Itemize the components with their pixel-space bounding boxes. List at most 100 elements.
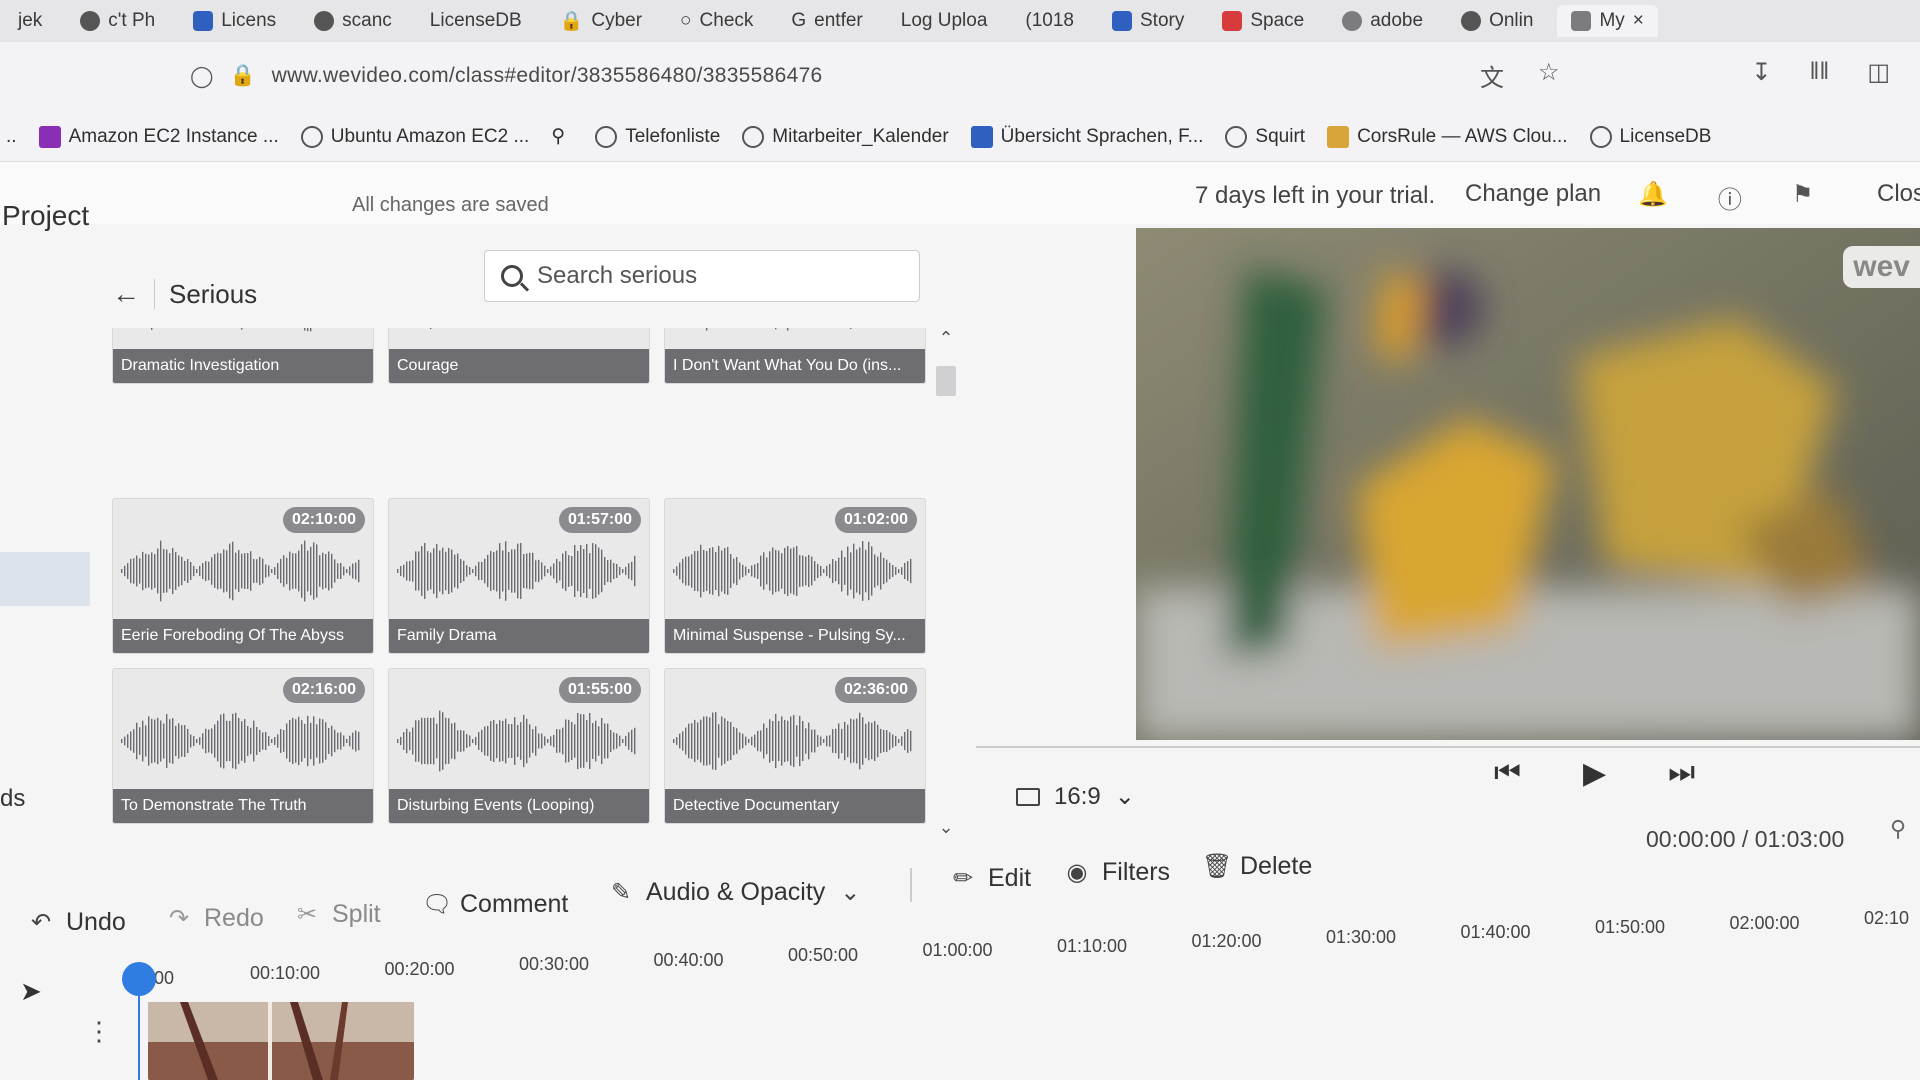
rail-item-label[interactable]: ds: [0, 785, 25, 813]
scroll-up-icon[interactable]: ⌃: [934, 328, 958, 349]
filters-button[interactable]: ◉ Filters: [1064, 858, 1171, 887]
browser-tab[interactable]: Licens: [179, 5, 290, 37]
waveform-bar: [850, 718, 852, 764]
waveform-bar: [541, 733, 543, 749]
track-card[interactable]: 02:16:00 To Demonstrate The Truth: [112, 668, 374, 824]
address-bar[interactable]: ◯ 🔒 www.wevideo.com/class#editor/3835586…: [190, 52, 1590, 100]
close-button[interactable]: Clos: [1877, 180, 1920, 208]
scroll-thumb[interactable]: [936, 366, 956, 396]
browser-tab[interactable]: LicenseDB: [416, 5, 536, 37]
bookmark-amazon-ec2[interactable]: Amazon EC2 Instance ...: [38, 125, 279, 148]
browser-tab[interactable]: 🔒 Cyber: [546, 5, 656, 37]
change-plan-link[interactable]: Change plan: [1465, 180, 1601, 208]
active-tab-icon: [1571, 11, 1592, 31]
waveform-bar: [250, 727, 252, 755]
aspect-ratio-selector[interactable]: 16:9 ⌄: [1016, 782, 1135, 811]
video-preview[interactable]: wev: [1136, 228, 1920, 740]
bookmark-licensedb[interactable]: LicenseDB: [1589, 125, 1711, 148]
back-arrow-icon[interactable]: ←: [112, 278, 140, 310]
download-icon[interactable]: ↧: [1751, 58, 1771, 87]
waveform-bar: [508, 724, 510, 758]
close-icon[interactable]: ×: [1633, 10, 1644, 32]
search-box[interactable]: [484, 250, 920, 302]
waveform-bar: [265, 731, 267, 751]
waveform-bar: [157, 548, 159, 594]
bookmark-sprachen[interactable]: Übersicht Sprachen, F...: [970, 125, 1203, 148]
bookmark-telefonliste[interactable]: Telefonliste: [595, 125, 720, 148]
browser-tab[interactable]: jek: [4, 5, 56, 37]
waveform-bar: [853, 719, 855, 763]
timeline-clip[interactable]: [148, 1002, 414, 1080]
track-card[interactable]: Courage: [388, 328, 650, 384]
undo-button[interactable]: ↶ Undo: [28, 908, 126, 937]
bookmark-kalender[interactable]: Mitarbeiter_Kalender: [742, 125, 949, 148]
waveform-bar: [220, 553, 222, 589]
audio-opacity-dropdown[interactable]: ✎ Audio & Opacity ⌄: [608, 878, 863, 907]
bookmark-overflow[interactable]: ..: [6, 126, 17, 148]
waveform-bar: [781, 716, 783, 766]
waveform-bar: [817, 564, 819, 578]
project-title[interactable]: Project: [2, 200, 89, 232]
pen-icon: ✎: [610, 879, 632, 906]
waveform-bar: [706, 551, 708, 591]
browser-tab-active[interactable]: My ×: [1557, 5, 1658, 37]
waveform-bar: [703, 550, 705, 592]
playhead-handle[interactable]: [122, 962, 156, 996]
track-card[interactable]: 02:10:00 Eerie Foreboding Of The Abyss: [112, 498, 374, 654]
delete-button[interactable]: 🗑 Delete: [1202, 852, 1312, 881]
sidebar-icon[interactable]: ◫: [1867, 58, 1890, 87]
more-options-icon[interactable]: ⋮: [86, 1016, 112, 1047]
library-icon[interactable]: ‖‖: [1809, 58, 1829, 87]
library-scrollbar[interactable]: ⌃ ⌄: [934, 328, 958, 838]
scroll-down-icon[interactable]: ⌄: [934, 817, 958, 838]
waveform-bar: [439, 550, 441, 592]
browser-tab[interactable]: Onlin: [1447, 5, 1547, 37]
pointer-tool-icon[interactable]: ➤: [20, 976, 42, 1007]
waveform-bar: [808, 554, 810, 588]
translate-icon[interactable]: 文: [1480, 58, 1504, 93]
browser-tab[interactable]: (1018: [1011, 5, 1088, 37]
browser-tab[interactable]: adobe: [1328, 5, 1437, 37]
browser-tab[interactable]: Log Uploa: [887, 5, 1002, 37]
edit-button[interactable]: ✏ Edit: [950, 864, 1031, 893]
track-card[interactable]: 01:55:00 Disturbing Events (Looping): [388, 668, 650, 824]
rail-selected-item[interactable]: [0, 552, 90, 606]
browser-tab[interactable]: Gentfer: [777, 5, 876, 37]
search-input[interactable]: [537, 262, 897, 290]
bookmark-ubuntu[interactable]: Ubuntu Amazon EC2 ...: [300, 125, 529, 148]
waveform-bar: [613, 732, 615, 750]
track-card[interactable]: 01:02:00 Minimal Suspense - Pulsing Sy...: [664, 498, 926, 654]
track-card[interactable]: 01:57:00 Family Drama: [388, 498, 650, 654]
track-card[interactable]: Dramatic Investigation: [112, 328, 374, 384]
waveform-bar: [598, 547, 600, 595]
bell-icon[interactable]: 🔔: [1638, 180, 1668, 215]
waveform-bar: [775, 713, 777, 769]
skip-back-icon[interactable]: ⏮: [1494, 756, 1521, 791]
waveform-bar: [511, 549, 513, 593]
url-text[interactable]: www.wevideo.com/class#editor/3835586480/…: [272, 64, 823, 88]
browser-tab[interactable]: ○ Check: [666, 5, 767, 37]
track-card[interactable]: 02:36:00 Detective Documentary: [664, 668, 926, 824]
padlock-icon[interactable]: 🔒: [230, 64, 256, 88]
browser-tab[interactable]: scanc: [300, 5, 406, 37]
comment-button[interactable]: 🗨 Comment: [422, 890, 568, 919]
browser-tab[interactable]: Story: [1098, 5, 1198, 37]
browser-tab[interactable]: Space: [1208, 5, 1318, 37]
waveform-bar: [526, 553, 528, 589]
help-icon[interactable]: ⓘ: [1718, 180, 1742, 215]
skip-forward-icon[interactable]: ⏭: [1668, 756, 1695, 791]
megaphone-icon[interactable]: ⚑: [1792, 180, 1814, 215]
waveform-bar: [163, 549, 165, 593]
star-icon[interactable]: ☆: [1538, 58, 1560, 93]
play-icon[interactable]: ▶: [1583, 756, 1606, 791]
bookmark-squirt[interactable]: Squirt: [1225, 125, 1305, 148]
timeline-ruler[interactable]: 00 00:10:00 00:20:00 00:30:00 00:40:00 00:50:…: [150, 908, 1920, 988]
waveform-bar: [334, 729, 336, 753]
bookmark-search[interactable]: ⚲: [551, 125, 573, 148]
bookmark-corsrule[interactable]: CorsRule — AWS Clou...: [1327, 125, 1568, 148]
browser-tab[interactable]: c't Ph: [66, 5, 169, 37]
track-card[interactable]: I Don't Want What You Do (ins...: [664, 328, 926, 384]
shield-icon[interactable]: ◯: [190, 64, 214, 89]
waveform-bar: [358, 559, 360, 583]
zoom-icon[interactable]: ⚲: [1890, 816, 1906, 842]
